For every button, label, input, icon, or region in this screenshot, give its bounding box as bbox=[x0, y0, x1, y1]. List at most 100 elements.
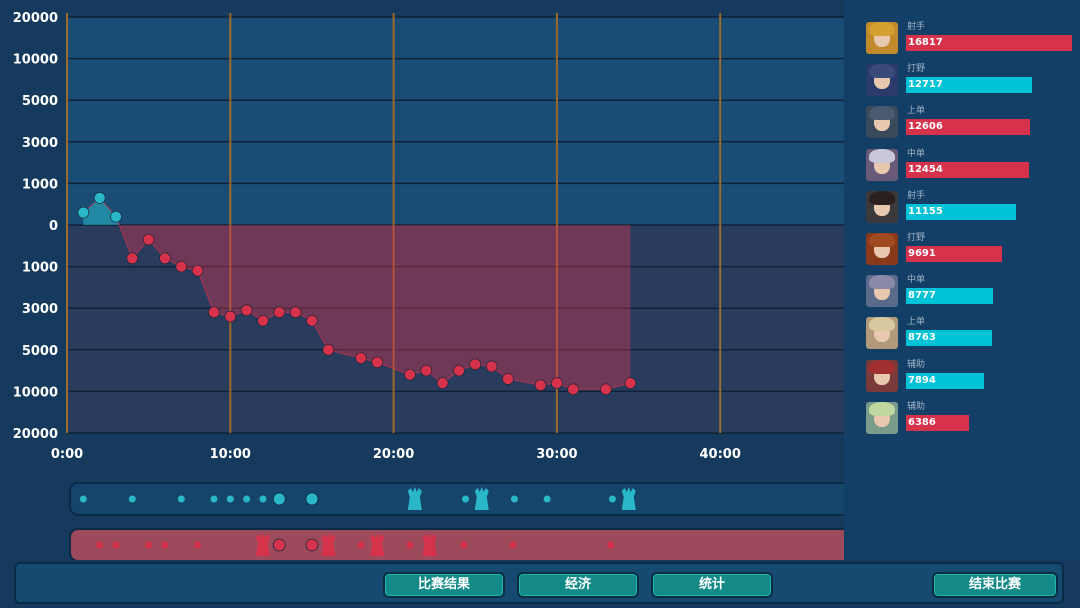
gold-diff-point bbox=[404, 368, 416, 381]
avatar-hair bbox=[869, 401, 895, 416]
player-gold-value: 16817 bbox=[908, 37, 943, 48]
avatar-hair bbox=[869, 22, 895, 36]
player-gold-value: 11155 bbox=[908, 205, 943, 217]
gold-diff-point bbox=[224, 310, 237, 323]
player-gold-value: 8777 bbox=[908, 290, 936, 302]
gold-diff-point bbox=[208, 306, 220, 319]
player-economy-row: 上单 8763 bbox=[866, 317, 1076, 351]
kill-event-dot bbox=[210, 495, 218, 503]
gold-diff-point bbox=[191, 264, 204, 277]
gold-diff-point bbox=[502, 373, 514, 385]
kill-event-dot bbox=[510, 495, 518, 503]
y-tick-label: 10000 bbox=[13, 53, 58, 68]
tower-destroyed-icon bbox=[370, 533, 385, 556]
hero-portrait-monkey[interactable] bbox=[866, 233, 898, 265]
player-gold-value: 8763 bbox=[908, 332, 936, 344]
avatar-hair bbox=[869, 359, 895, 374]
player-economy-row: 中单 8777 bbox=[866, 275, 1076, 309]
hero-portrait-blue-armor[interactable] bbox=[866, 64, 898, 97]
kill-event-dot bbox=[608, 495, 616, 503]
gold-diff-point bbox=[355, 352, 367, 364]
player-gold-value: 12717 bbox=[908, 79, 943, 91]
tower-destroyed-icon bbox=[255, 533, 270, 556]
player-gold-value: 12606 bbox=[908, 121, 943, 133]
y-tick-label: 3000 bbox=[22, 136, 58, 151]
hero-portrait-old-warrior[interactable] bbox=[866, 317, 898, 350]
y-tick-label: 20000 bbox=[13, 427, 58, 442]
economy-tab-button[interactable]: 经济 bbox=[517, 572, 639, 598]
hero-portrait-white-hair[interactable] bbox=[866, 148, 898, 181]
objective-event-dot bbox=[305, 538, 319, 552]
gold-diff-point bbox=[126, 252, 139, 265]
kill-event-dot bbox=[226, 495, 234, 503]
tower-icon bbox=[621, 487, 636, 510]
gold-diff-point bbox=[322, 343, 335, 356]
gold-diff-point bbox=[469, 358, 482, 371]
tower-destroyed-icon bbox=[321, 533, 336, 556]
hero-portrait-gold[interactable] bbox=[866, 22, 898, 54]
gold-diff-point bbox=[567, 383, 580, 396]
x-tick-label: 40:00 bbox=[700, 447, 741, 462]
kill-event-dot bbox=[543, 495, 551, 503]
kill-event-dot bbox=[177, 495, 185, 503]
hero-portrait-mech[interactable] bbox=[866, 106, 898, 139]
tower-destroyed-icon bbox=[474, 487, 489, 510]
match-result-button[interactable]: 比赛结果 bbox=[383, 572, 505, 598]
gold-diff-point bbox=[371, 356, 384, 369]
gold-diff-point bbox=[273, 306, 286, 319]
hero-portrait-red-hair[interactable] bbox=[866, 359, 898, 392]
objective-event-dot bbox=[272, 492, 286, 506]
end-match-button[interactable]: 结束比赛 bbox=[932, 572, 1058, 598]
kill-event-dot bbox=[259, 495, 267, 503]
hero-portrait-green-crown[interactable] bbox=[866, 401, 898, 434]
kill-event-dot bbox=[357, 541, 365, 549]
player-role-label: 打野 bbox=[907, 233, 926, 243]
player-role-label: 辅助 bbox=[907, 401, 926, 412]
tower-destroyed-icon bbox=[422, 533, 437, 556]
avatar-hair bbox=[869, 233, 895, 247]
objective-event-dot bbox=[305, 492, 319, 506]
y-tick-label: 5000 bbox=[22, 94, 58, 109]
hero-portrait-fox[interactable] bbox=[866, 275, 898, 308]
player-gold-value: 9691 bbox=[908, 248, 936, 259]
tower-icon bbox=[321, 533, 336, 556]
kill-event-dot bbox=[607, 541, 615, 549]
player-role-label: 打野 bbox=[907, 64, 926, 75]
player-economy-row: 辅助 6386 bbox=[866, 401, 1076, 436]
player-economy-row: 射手 11155 bbox=[866, 190, 1076, 225]
y-tick-label: 20000 bbox=[13, 11, 58, 26]
tower-icon bbox=[407, 487, 422, 510]
kill-event-dot bbox=[145, 541, 153, 549]
stats-tab-button[interactable]: 统计 bbox=[651, 572, 773, 598]
tower-icon bbox=[422, 533, 437, 556]
gold-diff-point bbox=[289, 306, 302, 319]
bottom-action-bar: 比赛结果 经济 统计 结束比赛 bbox=[14, 562, 1064, 604]
kill-event-dot bbox=[460, 541, 468, 549]
gold-diff-point bbox=[306, 314, 318, 327]
x-tick-label: 30:00 bbox=[536, 447, 577, 462]
gold-diff-point bbox=[453, 364, 465, 377]
y-tick-label: 3000 bbox=[22, 302, 58, 317]
avatar-hair bbox=[869, 190, 895, 205]
gold-diff-point bbox=[485, 360, 498, 373]
kill-event-dot bbox=[509, 541, 517, 549]
player-economy-row: 辅助 7894 bbox=[866, 359, 1076, 394]
plot-area-top bbox=[67, 17, 844, 225]
kill-event-dot bbox=[461, 495, 469, 503]
gold-diff-point bbox=[436, 377, 449, 389]
avatar-hair bbox=[869, 64, 895, 79]
y-tick-label: 5000 bbox=[22, 344, 58, 359]
gold-diff-point bbox=[624, 377, 637, 389]
gold-diff-point bbox=[175, 260, 188, 273]
hero-portrait-dark-hair[interactable] bbox=[866, 190, 898, 223]
player-role-label: 上单 bbox=[907, 106, 926, 117]
player-gold-value: 6386 bbox=[908, 416, 936, 428]
player-economy-row: 上单 12606 bbox=[866, 106, 1076, 140]
kill-event-dot bbox=[161, 541, 169, 549]
kill-event-dot bbox=[79, 495, 87, 503]
gold-diff-point bbox=[110, 210, 122, 223]
avatar-hair bbox=[869, 317, 895, 332]
player-role-label: 中单 bbox=[907, 275, 926, 286]
gold-diff-point bbox=[257, 314, 269, 327]
gold-diff-point bbox=[600, 383, 612, 396]
